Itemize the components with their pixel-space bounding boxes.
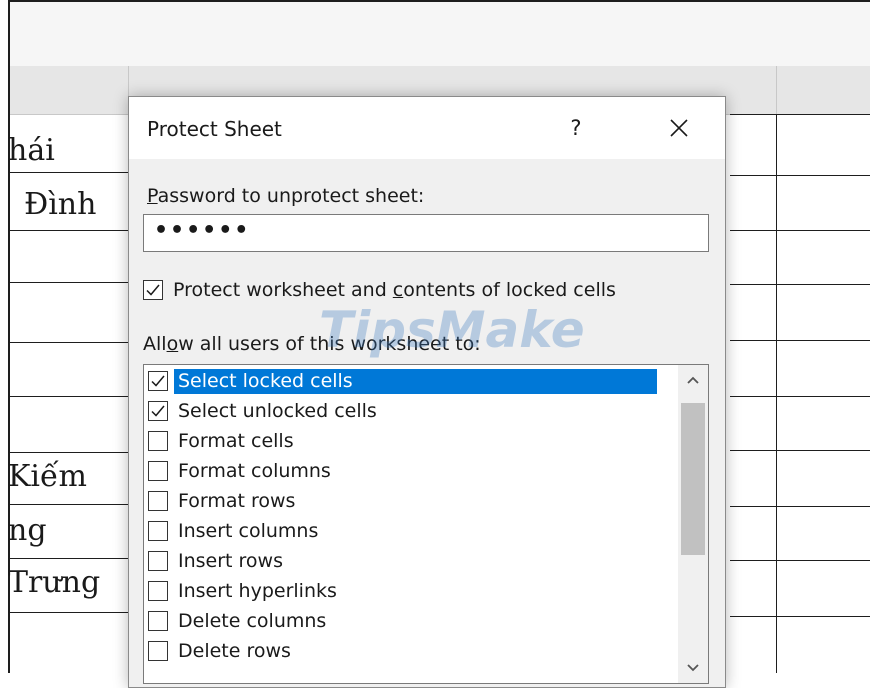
grid-line	[10, 342, 130, 343]
grid-line	[10, 558, 130, 559]
checkmark-icon	[151, 375, 165, 387]
protect-sheet-dialog: Protect Sheet ? Password to unprotect sh…	[128, 96, 726, 688]
checkmark-icon	[151, 405, 165, 417]
grid-line	[730, 284, 870, 285]
scroll-thumb[interactable]	[681, 403, 705, 555]
list-scrollbar[interactable]	[678, 365, 708, 683]
list-item[interactable]: Insert hyperlinks	[148, 576, 341, 606]
grid-line	[730, 396, 870, 397]
checkbox[interactable]	[148, 491, 168, 511]
permissions-list[interactable]: Select locked cells Select unlocked cell…	[143, 364, 709, 684]
list-item-label: Select locked cells	[174, 368, 657, 394]
list-item-label: Format cells	[178, 429, 294, 452]
grid-line	[730, 616, 870, 617]
password-label: Password to unprotect sheet:	[147, 185, 424, 207]
grid-line	[730, 560, 870, 561]
dialog-title: Protect Sheet	[147, 117, 282, 141]
checkbox[interactable]	[148, 371, 168, 391]
list-item-label: Insert hyperlinks	[178, 579, 337, 602]
cell-text: ng	[8, 513, 47, 548]
cell-text: Đình	[24, 187, 97, 222]
grid-line	[10, 396, 130, 397]
close-button[interactable]	[661, 111, 697, 145]
cell-text: Trưng	[8, 565, 101, 600]
password-label-accelerator: P	[147, 185, 158, 207]
list-item[interactable]: Delete rows	[148, 636, 295, 666]
list-item-label: Delete columns	[178, 609, 327, 632]
cell-text: hái	[8, 133, 55, 168]
grid-line	[730, 114, 870, 115]
help-button[interactable]: ?	[561, 113, 591, 143]
list-item-label: Insert rows	[178, 549, 283, 572]
checkbox[interactable]	[148, 641, 168, 661]
checkbox[interactable]	[148, 551, 168, 571]
grid-line	[10, 504, 130, 505]
protect-contents-label: Protect worksheet and contents of locked…	[173, 279, 616, 301]
password-label-text: assword to unprotect sheet:	[157, 185, 425, 207]
grid-line	[10, 612, 130, 613]
allow-label-part: w all users of this worksheet to:	[178, 333, 481, 355]
grid-line	[10, 452, 130, 453]
grid-line	[730, 506, 870, 507]
list-item[interactable]: Delete columns	[148, 606, 330, 636]
protect-label-part: ontents of locked cells	[403, 279, 616, 301]
password-input[interactable]: ••••••	[143, 214, 709, 252]
list-item[interactable]: Format cells	[148, 426, 298, 456]
chevron-down-icon	[687, 664, 699, 672]
protect-label-accelerator: c	[392, 279, 404, 301]
close-icon	[670, 119, 688, 137]
list-item-label: Select unlocked cells	[178, 399, 377, 422]
allow-label-accelerator: o	[166, 333, 179, 355]
protect-label-part: Protect worksheet and	[173, 279, 393, 301]
checkbox[interactable]	[148, 521, 168, 541]
checkbox[interactable]	[148, 431, 168, 451]
allow-users-label: Allow all users of this worksheet to:	[143, 333, 481, 355]
grid-line	[730, 450, 870, 451]
list-item[interactable]: Select locked cells	[148, 366, 657, 396]
grid-line	[730, 230, 870, 231]
checkbox[interactable]	[143, 280, 163, 300]
list-item-label: Insert columns	[178, 519, 319, 542]
list-item-label: Format rows	[178, 489, 296, 512]
list-item[interactable]: Format rows	[148, 486, 299, 516]
list-item[interactable]: Format columns	[148, 456, 335, 486]
grid-line	[730, 340, 870, 341]
list-item[interactable]: Insert rows	[148, 546, 287, 576]
grid-line	[10, 282, 130, 283]
scroll-up-button[interactable]	[678, 365, 708, 395]
scroll-down-button[interactable]	[678, 653, 708, 683]
grid-line	[776, 114, 777, 673]
list-item[interactable]: Select unlocked cells	[148, 396, 381, 426]
chevron-up-icon	[687, 376, 699, 384]
checkmark-icon	[146, 284, 160, 296]
grid-line	[730, 175, 870, 176]
grid-line	[10, 230, 130, 231]
checkbox[interactable]	[148, 611, 168, 631]
protect-contents-checkbox[interactable]: Protect worksheet and contents of locked…	[143, 279, 616, 301]
ribbon-area	[8, 0, 870, 68]
list-item[interactable]: Insert columns	[148, 516, 322, 546]
list-item-label: Format columns	[178, 459, 331, 482]
checkbox[interactable]	[148, 401, 168, 421]
allow-label-part: All	[143, 333, 167, 355]
grid-line	[10, 172, 130, 173]
dialog-titlebar: Protect Sheet ?	[129, 97, 725, 159]
checkbox[interactable]	[148, 461, 168, 481]
cell-text: Kiếm	[8, 459, 87, 494]
checkbox[interactable]	[148, 581, 168, 601]
list-item-label: Delete rows	[178, 639, 291, 662]
column-header-separator	[776, 66, 777, 114]
